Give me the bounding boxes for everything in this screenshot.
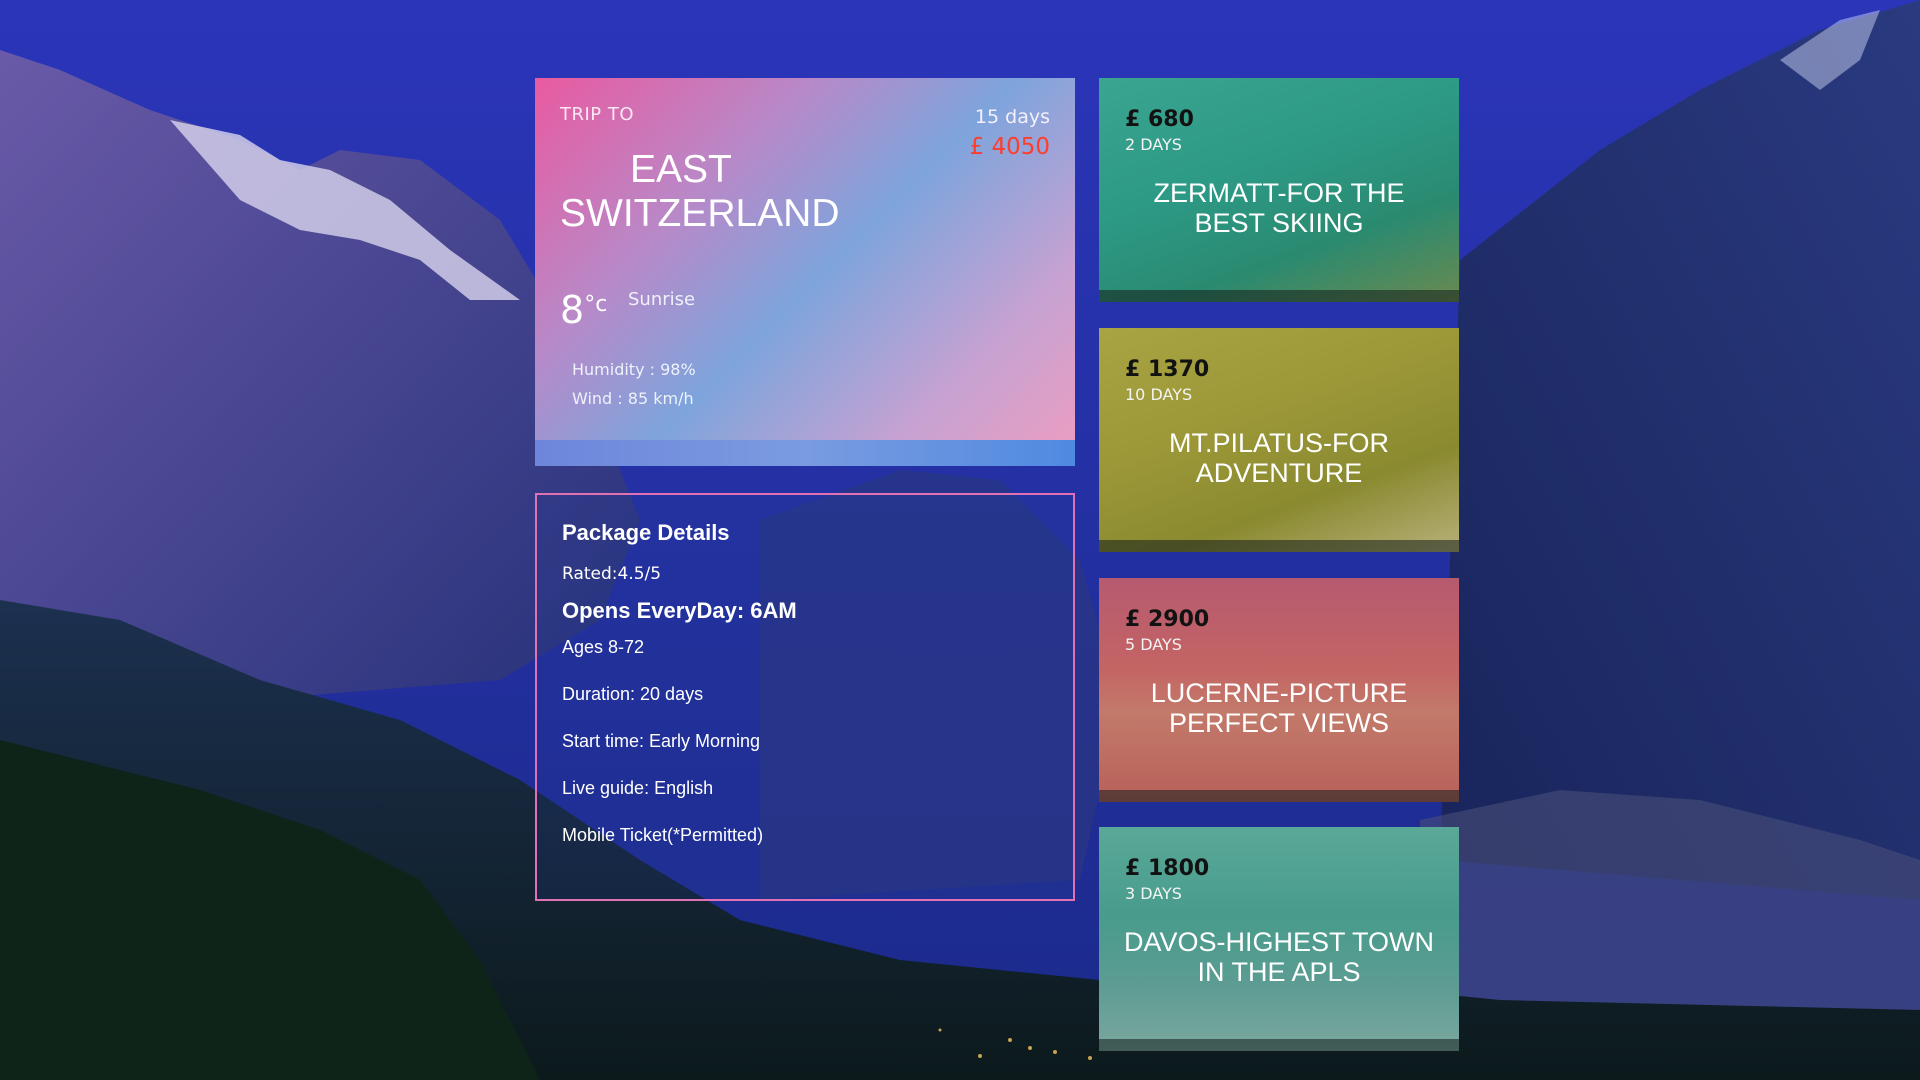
destination-price: £ 1370 [1125,357,1210,382]
temperature-unit: °c [584,292,608,317]
destination-days: 2 DAYS [1125,135,1182,154]
package-rating: Rated:4.5/5 [562,564,662,584]
destination-card-davos[interactable]: £ 1800 3 DAYS DAVOS-HIGHEST TOWN IN THE … [1099,827,1459,1051]
destination-card-shadow [1099,290,1459,302]
destination-name: LUCERNE-PICTURE PERFECT VIEWS [1150,678,1408,738]
trip-to-label: TRIP TO [560,104,635,125]
wind-text: Wind : 85 km/h [572,389,694,408]
destination-price: £ 680 [1125,107,1194,132]
destination-card-zermatt[interactable]: £ 680 2 DAYS ZERMATT-FOR THE BEST SKIING [1099,78,1459,302]
destination-line-2: SWITZERLAND [560,192,840,235]
destination-name: MT.PILATUS-FOR ADVENTURE [1168,428,1389,488]
weather-condition: Sunrise [628,289,696,310]
package-title: Package Details [562,520,730,545]
package-opening-hours: Opens EveryDay: 6AM [562,598,797,623]
trip-duration: 15 days [974,106,1050,128]
destination-days: 10 DAYS [1125,385,1193,404]
destination-card-shadow [1099,790,1459,802]
destination-card-shadow [1099,540,1459,552]
package-duration: Duration: 20 days [562,684,704,704]
package-live-guide: Live guide: English [562,778,714,798]
temperature-value: 8 [560,288,585,332]
package-ticket: Mobile Ticket(*Permitted) [562,825,764,845]
destination-card-lucerne[interactable]: £ 2900 5 DAYS LUCERNE-PICTURE PERFECT VI… [1099,578,1459,802]
trip-card-footer-strip [535,440,1075,466]
destination-price: £ 2900 [1125,607,1210,632]
destination-card-pilatus[interactable]: £ 1370 10 DAYS MT.PILATUS-FOR ADVENTURE [1099,328,1459,552]
trip-destination: EAST SWITZERLAND [560,148,890,236]
destination-days: 3 DAYS [1125,884,1182,903]
destination-price: £ 1800 [1125,856,1210,881]
humidity-text: Humidity : 98% [572,360,696,379]
package-start-time: Start time: Early Morning [562,731,761,751]
destination-line-1: EAST [630,148,732,191]
package-ages: Ages 8-72 [562,637,645,657]
trip-card: TRIP TO 15 days £ 4050 EAST SWITZERLAND … [535,78,1075,466]
destination-name: DAVOS-HIGHEST TOWN IN THE APLS [1123,927,1435,987]
destination-name: ZERMATT-FOR THE BEST SKIING [1153,178,1405,238]
temperature: 8°c [560,288,607,332]
destination-days: 5 DAYS [1125,635,1182,654]
package-details-panel: Package Details Rated:4.5/5 Opens EveryD… [535,493,1075,901]
destination-card-shadow [1099,1039,1459,1051]
trip-price: £ 4050 [969,134,1050,160]
